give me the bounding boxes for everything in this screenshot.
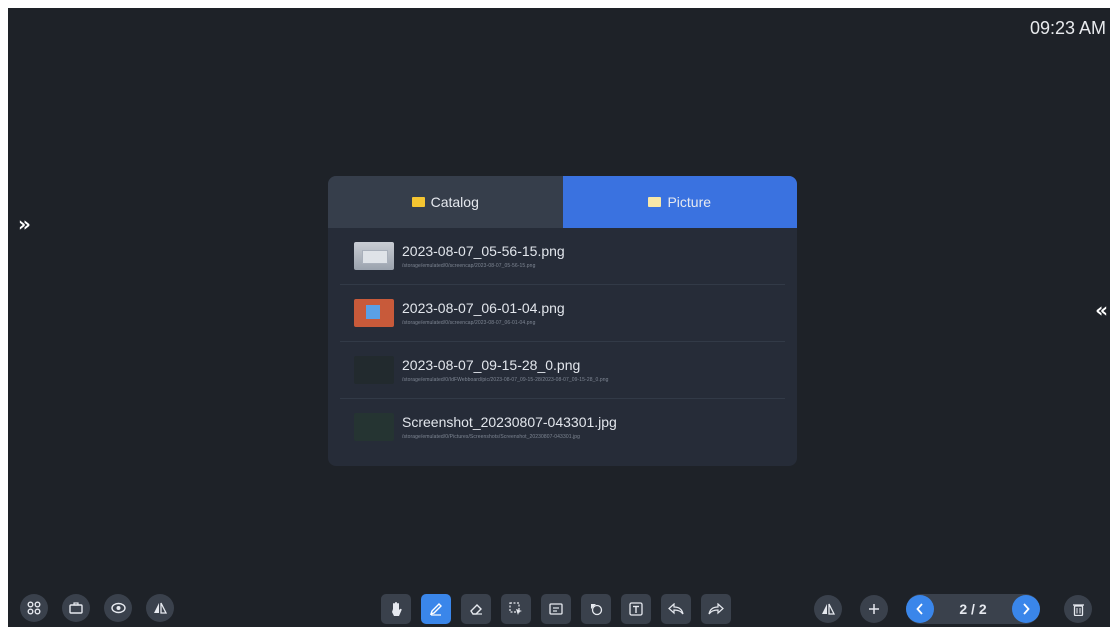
redo-icon[interactable] [701,594,731,624]
file-thumbnail [354,356,394,384]
shape-icon[interactable] [581,594,611,624]
file-picker-dialog: Catalog Picture 2023-08-07_05-56-15.png … [328,176,797,466]
trash-icon[interactable] [1064,595,1092,623]
file-name: 2023-08-07_06-01-04.png [402,300,565,316]
insert-icon[interactable] [541,594,571,624]
eye-icon[interactable] [104,594,132,622]
expand-left-sidebar-icon[interactable]: » [18,214,31,234]
file-name: 2023-08-07_09-15-28_0.png [402,357,581,373]
toolbar-right: 2 / 2 [814,594,1092,624]
tab-bar: Catalog Picture [328,176,797,228]
chevron-right-icon[interactable] [1012,595,1040,623]
file-name: Screenshot_20230807-043301.jpg [402,414,617,430]
file-item[interactable]: Screenshot_20230807-043301.jpg /storage/… [340,399,785,455]
tab-picture[interactable]: Picture [562,176,797,228]
file-thumbnail [354,299,394,327]
undo-icon[interactable] [661,594,691,624]
file-item[interactable]: 2023-08-07_09-15-28_0.png /storage/emula… [340,342,785,399]
file-thumbnail [354,242,394,270]
page-navigator: 2 / 2 [906,594,1040,624]
file-item[interactable]: 2023-08-07_05-56-15.png /storage/emulate… [340,228,785,285]
eraser-icon[interactable] [461,594,491,624]
file-thumbnail [354,413,394,441]
chevron-left-icon[interactable] [906,595,934,623]
select-icon[interactable] [501,594,531,624]
tab-catalog-label: Catalog [430,194,479,210]
text-icon[interactable] [621,594,651,624]
file-name: 2023-08-07_05-56-15.png [402,243,565,259]
toolbox-icon[interactable] [62,594,90,622]
toolbar-left [20,594,174,622]
file-path: /storage/emulated/0/IdFWebboard/pic/2023… [402,377,609,383]
clock: 09:23 AM [1029,18,1106,38]
hand-icon[interactable] [381,594,411,624]
file-path: /storage/emulated/0/screencap/2023-08-07… [402,320,536,326]
tab-catalog[interactable]: Catalog [328,176,563,228]
mirror-icon[interactable] [146,594,174,622]
add-page-icon[interactable] [860,595,888,623]
mirror-icon[interactable] [814,595,842,623]
pen-icon[interactable] [421,594,451,624]
picture-icon [648,197,662,207]
file-path: /storage/emulated/0/Pictures/Screenshots… [402,434,581,440]
tab-picture-label: Picture [667,194,712,210]
file-path: /storage/emulated/0/screencap/2023-08-07… [402,263,536,269]
file-list: 2023-08-07_05-56-15.png /storage/emulate… [328,228,797,455]
apps-icon[interactable] [20,594,48,622]
page-indicator: 2 / 2 [959,601,987,617]
whiteboard-screen: 09:23 AM » « Catalog Picture 2023-08-07_… [8,8,1110,627]
toolbar-tools [381,594,731,624]
file-item[interactable]: 2023-08-07_06-01-04.png /storage/emulate… [340,285,785,342]
expand-right-sidebar-icon[interactable]: « [1095,300,1108,320]
folder-icon [411,197,425,207]
